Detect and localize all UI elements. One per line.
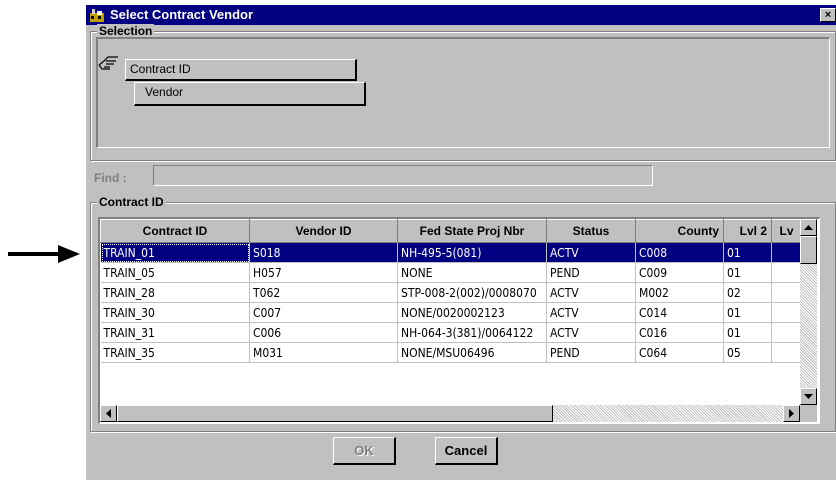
left-arrow-icon	[106, 409, 111, 418]
cell-status: ACTV	[546, 242, 636, 263]
contract-table: Contract ID Vendor ID Fed State Proj Nbr…	[100, 219, 802, 363]
column-header-fed-state-proj-nbr[interactable]: Fed State Proj Nbr	[397, 219, 547, 243]
cell-status: PEND	[546, 262, 636, 283]
cell-status: ACTV	[546, 302, 636, 323]
horizontal-scrollbar[interactable]	[100, 405, 800, 422]
cell-proj-nbr: STP-008-2(002)/0008070	[397, 282, 547, 303]
selection-list: Contract ID Vendor	[96, 37, 830, 148]
column-header-status[interactable]: Status	[546, 219, 636, 243]
cell-county: C016	[635, 322, 724, 343]
cell-vendor-id: C007	[249, 302, 398, 323]
cell-proj-nbr: NONE/MSU06496	[397, 342, 547, 363]
selection-item-label: Vendor	[145, 85, 184, 99]
cell-contract-id: TRAIN_30	[100, 302, 250, 323]
selection-item-contract-id[interactable]: Contract ID	[125, 59, 357, 81]
table-row[interactable]: TRAIN_01 S018 NH-495-5(081) ACTV C008 01	[100, 242, 802, 263]
cell-county: C064	[635, 342, 724, 363]
cell-contract-id: TRAIN_28	[100, 282, 250, 303]
cell-contract-id: TRAIN_35	[100, 342, 250, 363]
table-row[interactable]: TRAIN_05 H057 NONE PEND C009 01	[100, 262, 802, 283]
title-bar: Select Contract Vendor ×	[86, 5, 836, 25]
selection-item-label: Contract ID	[130, 62, 191, 76]
cell-lvl-3	[771, 242, 802, 263]
cell-county: C014	[635, 302, 724, 323]
close-button[interactable]: ×	[820, 8, 836, 22]
cell-county: C008	[635, 242, 724, 263]
close-icon: ×	[824, 9, 832, 21]
down-arrow-icon	[804, 394, 813, 399]
up-arrow-icon	[804, 225, 813, 230]
selection-item-vendor[interactable]: Vendor	[134, 82, 366, 106]
cell-lvl-3	[771, 322, 802, 343]
cell-vendor-id: H057	[249, 262, 398, 283]
cell-county: C009	[635, 262, 724, 283]
column-header-county[interactable]: County	[635, 219, 724, 243]
app-icon	[90, 9, 104, 22]
cell-lvl-2: 02	[723, 282, 772, 303]
cell-county: M002	[635, 282, 724, 303]
cell-proj-nbr: NONE	[397, 262, 547, 283]
cell-contract-id: TRAIN_01	[100, 242, 250, 263]
scroll-left-button[interactable]	[100, 405, 117, 422]
table-row[interactable]: TRAIN_28 T062 STP-008-2(002)/0008070 ACT…	[100, 282, 802, 303]
cell-status: ACTV	[546, 322, 636, 343]
cell-lvl-2: 01	[723, 262, 772, 283]
column-header-lvl-2[interactable]: Lvl 2	[723, 219, 772, 243]
pointing-hand-icon	[98, 56, 118, 70]
selection-group-label: Selection	[97, 24, 155, 38]
pointer-arrow-icon	[8, 245, 80, 263]
cell-status: ACTV	[546, 282, 636, 303]
ok-button[interactable]: OK	[333, 437, 396, 465]
cell-proj-nbr: NONE/0020002123	[397, 302, 547, 323]
cell-vendor-id: S018	[249, 242, 398, 263]
cell-contract-id: TRAIN_31	[100, 322, 250, 343]
table-row[interactable]: TRAIN_30 C007 NONE/0020002123 ACTV C014 …	[100, 302, 802, 323]
window-title: Select Contract Vendor	[110, 7, 254, 22]
scroll-right-button[interactable]	[783, 405, 800, 422]
cell-lvl-3	[771, 262, 802, 283]
table-header-row: Contract ID Vendor ID Fed State Proj Nbr…	[100, 219, 802, 243]
find-label: Find :	[94, 171, 127, 185]
vertical-scrollbar[interactable]	[800, 219, 817, 405]
horizontal-scroll-thumb[interactable]	[117, 405, 553, 422]
scroll-up-button[interactable]	[800, 219, 817, 236]
find-input[interactable]	[153, 165, 653, 186]
cell-vendor-id: M031	[249, 342, 398, 363]
select-contract-vendor-dialog: Select Contract Vendor × Selection Contr…	[86, 5, 836, 480]
column-header-vendor-id[interactable]: Vendor ID	[249, 219, 398, 243]
cell-lvl-3	[771, 302, 802, 323]
column-header-contract-id[interactable]: Contract ID	[100, 219, 250, 243]
cell-contract-id: TRAIN_05	[100, 262, 250, 283]
cell-vendor-id: C006	[249, 322, 398, 343]
cell-lvl-2: 05	[723, 342, 772, 363]
right-arrow-icon	[789, 409, 794, 418]
cell-status: PEND	[546, 342, 636, 363]
cell-lvl-2: 01	[723, 242, 772, 263]
column-header-lvl-3[interactable]: Lv	[771, 219, 802, 243]
cell-lvl-3	[771, 342, 802, 363]
scrollbar-corner	[800, 405, 817, 422]
cell-proj-nbr: NH-495-5(081)	[397, 242, 547, 263]
cell-lvl-2: 01	[723, 302, 772, 323]
vertical-scroll-thumb[interactable]	[800, 236, 817, 264]
table-row[interactable]: TRAIN_31 C006 NH-064-3(381)/0064122 ACTV…	[100, 322, 802, 343]
cell-lvl-3	[771, 282, 802, 303]
contract-id-group-label: Contract ID	[97, 195, 166, 209]
cell-vendor-id: T062	[249, 282, 398, 303]
contract-grid[interactable]: Contract ID Vendor ID Fed State Proj Nbr…	[98, 217, 820, 424]
cell-proj-nbr: NH-064-3(381)/0064122	[397, 322, 547, 343]
scroll-down-button[interactable]	[800, 388, 817, 405]
cell-lvl-2: 01	[723, 322, 772, 343]
cancel-button[interactable]: Cancel	[435, 437, 498, 465]
table-row[interactable]: TRAIN_35 M031 NONE/MSU06496 PEND C064 05	[100, 342, 802, 363]
